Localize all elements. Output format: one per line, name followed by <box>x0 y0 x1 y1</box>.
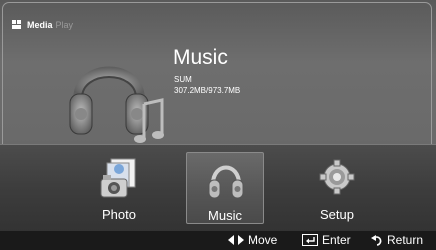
hero-title: Music <box>173 46 228 69</box>
footer-return: Return <box>371 233 423 247</box>
logo-text-media: Media <box>27 20 53 30</box>
media-play-logo-mark <box>12 20 21 29</box>
menu-item-setup[interactable]: Setup <box>298 152 376 224</box>
footer-move-label: Move <box>248 233 278 247</box>
return-icon <box>371 235 382 246</box>
hero-subtitle: SUM <box>174 75 192 84</box>
footer-return-label: Return <box>387 233 424 247</box>
menu-item-music[interactable]: Music <box>186 152 264 224</box>
music-hero-icon <box>69 66 164 143</box>
menu-label-photo: Photo <box>102 207 136 222</box>
headphones-icon <box>208 165 244 199</box>
media-play-logo: Media Play <box>12 20 73 30</box>
footer-enter-label: Enter <box>322 233 351 247</box>
footer-move: Move <box>228 233 277 247</box>
storage-usage: 307.2MB/973.7MB <box>174 86 241 95</box>
menu-label-setup: Setup <box>320 207 354 222</box>
logo-text-play: Play <box>55 20 74 30</box>
menu-label-music: Music <box>208 208 242 223</box>
menu-item-photo[interactable]: Photo <box>80 152 158 224</box>
media-play-screen: Media Play Music SUM 307.2MB/973.7MB Pho… <box>0 0 436 250</box>
gear-icon <box>319 159 355 195</box>
enter-icon <box>302 234 318 246</box>
left-right-arrows-icon <box>228 235 244 245</box>
footer-enter: Enter <box>302 233 351 247</box>
footer-help-bar: Move Enter Return <box>0 231 436 250</box>
photo-icon <box>100 158 136 198</box>
